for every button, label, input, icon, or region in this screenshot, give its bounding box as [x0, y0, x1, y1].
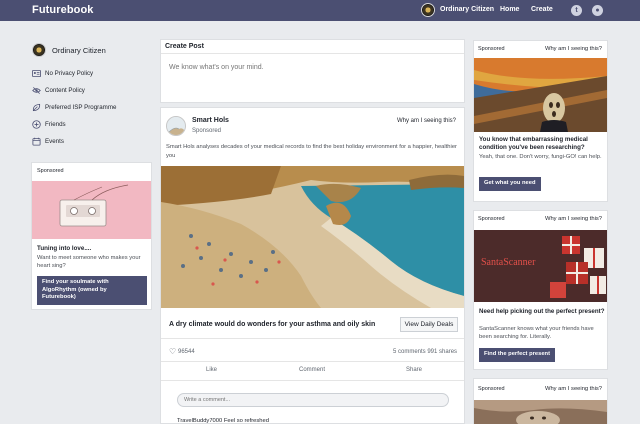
like-button[interactable]: Like	[206, 367, 217, 373]
ad-description: Yeah, that one. Don't worry, fungi-GO! c…	[479, 154, 602, 160]
leaf-icon	[32, 103, 41, 112]
create-link[interactable]: Create	[531, 6, 553, 13]
sponsored-label: Sponsored	[478, 46, 505, 52]
calendar-icon	[32, 137, 41, 146]
sidebar-item-label: Preferred ISP Programme	[45, 104, 117, 111]
comment-button[interactable]: Comment	[299, 367, 325, 373]
avatar[interactable]	[421, 3, 435, 17]
cassette-tape-image[interactable]	[32, 181, 151, 239]
view-daily-deals-button[interactable]: View Daily Deals	[400, 317, 458, 332]
find-soulmate-button[interactable]: Find your soulmate with AlgoRhythm (owne…	[37, 276, 147, 305]
sponsored-label: Sponsored	[478, 216, 505, 222]
santascanner-logo-text: SantaScanner	[481, 257, 536, 268]
github-icon[interactable]: ●	[592, 5, 603, 16]
beach-photo[interactable]	[161, 166, 464, 308]
sponsored-label: Sponsored	[192, 128, 222, 134]
comment-input[interactable]	[177, 393, 449, 407]
ad-title: Tuning into love....	[37, 245, 92, 252]
right-sponsored-ad-3: Sponsored Why am I seeing this?	[473, 378, 608, 424]
avatar[interactable]	[166, 116, 186, 136]
brand-logo[interactable]: Futurebook	[32, 4, 94, 16]
post-composer-input[interactable]	[161, 53, 464, 102]
post-body-text: Smart Hols analyses decades of your medi…	[166, 144, 457, 159]
sidebar-item-label: Friends	[45, 121, 66, 128]
divider	[161, 380, 464, 381]
right-sponsored-ad-2: Sponsored Why am I seeing this? SantaSca…	[473, 210, 608, 370]
sidebar-item-label: No Privacy Policy	[45, 70, 94, 77]
sponsored-post: Smart Hols Sponsored Why am I seeing thi…	[160, 107, 465, 424]
heart-icon[interactable]: ♡	[169, 347, 176, 356]
ad-title: You know that embarrassing medical condi…	[479, 136, 588, 152]
gift-boxes-image[interactable]: SantaScanner	[474, 230, 607, 302]
create-post-card: Create Post	[160, 39, 465, 103]
post-author-logo	[167, 117, 185, 135]
id-card-icon	[32, 69, 41, 78]
sponsored-label: Sponsored	[37, 168, 64, 174]
get-what-you-need-button[interactable]: Get what you need	[479, 177, 541, 191]
home-link[interactable]: Home	[500, 6, 519, 13]
ad-title: Need help picking out the perfect presen…	[479, 308, 605, 315]
ad-description: SantaScanner knows what your friends hav…	[479, 326, 594, 340]
share-button[interactable]: Share	[406, 367, 422, 373]
sponsored-label: Sponsored	[478, 386, 505, 392]
find-perfect-present-button[interactable]: Find the perfect present	[479, 348, 556, 362]
plus-circle-icon	[32, 120, 41, 129]
comment-text: TravelBuddy7000 Feel so refreshed	[177, 418, 269, 424]
right-sponsored-ad-1: Sponsored Why am I seeing this? You know…	[473, 40, 608, 202]
likes-count: 96544	[178, 349, 195, 355]
sidebar-item-label: Content Policy	[45, 87, 85, 94]
divider	[161, 361, 464, 362]
sidebar-item-label: Events	[45, 138, 64, 145]
comments-shares-count[interactable]: 5 comments 991 shares	[393, 349, 457, 355]
the-scream-painting[interactable]	[474, 58, 607, 132]
twitter-icon[interactable]: t	[571, 5, 582, 16]
why-am-i-seeing-this-link[interactable]: Why am I seeing this?	[545, 46, 602, 52]
why-am-i-seeing-this-link[interactable]: Why am I seeing this?	[545, 386, 602, 392]
post-author[interactable]: Smart Hols	[192, 117, 229, 124]
eye-slash-icon	[32, 87, 41, 94]
left-sponsored-ad: Sponsored Tuning into love.... Want to m…	[31, 162, 152, 310]
top-user-name[interactable]: Ordinary Citizen	[440, 6, 494, 13]
why-am-i-seeing-this-link[interactable]: Why am I seeing this?	[545, 216, 602, 222]
top-navigation-bar: Futurebook Ordinary Citizen Home Create …	[0, 0, 640, 21]
post-headline[interactable]: A dry climate would do wonders for your …	[169, 321, 375, 328]
avatar	[32, 43, 46, 57]
sidebar-user-name[interactable]: Ordinary Citizen	[52, 46, 106, 55]
divider	[161, 338, 464, 339]
ad-description: Want to meet someone who makes your hear…	[37, 255, 141, 269]
create-post-title: Create Post	[165, 43, 204, 50]
why-am-i-seeing-this-link[interactable]: Why am I seeing this?	[397, 118, 456, 124]
cat-photo[interactable]	[474, 400, 607, 424]
